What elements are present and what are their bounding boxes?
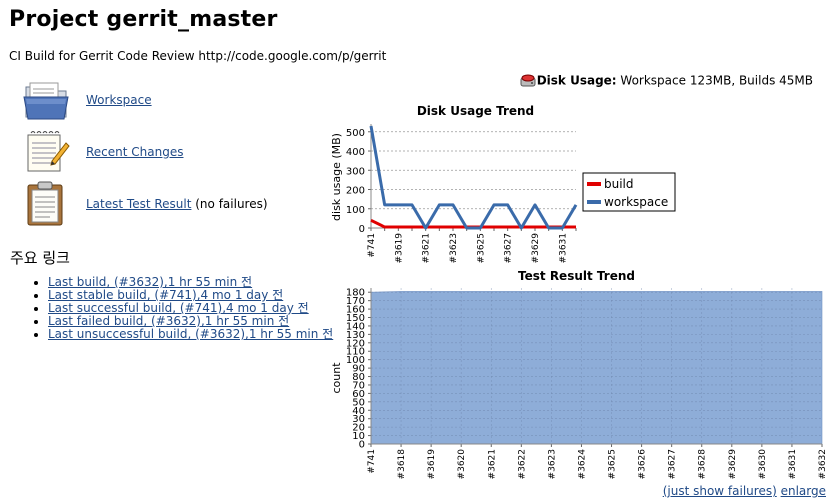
x-tick-label: #741 xyxy=(367,449,377,474)
x-tick-label: #3624 xyxy=(577,449,587,480)
x-tick-label: #3621 xyxy=(487,449,497,479)
task-workspace: Workspace xyxy=(22,77,322,123)
last-build-link[interactable]: Last build, (#3632),1 hr 55 min 전 xyxy=(48,275,252,289)
recent-changes-link[interactable]: Recent Changes xyxy=(86,145,183,159)
x-tick-label: #3630 xyxy=(758,449,768,480)
y-tick-label: 60 xyxy=(352,389,365,400)
chart-title: Test Result Trend xyxy=(518,269,635,283)
series-line-build xyxy=(370,218,576,229)
y-tick-label: 160 xyxy=(346,305,365,316)
y-tick-label: 80 xyxy=(352,372,365,383)
project-description: CI Build for Gerrit Code Review http://c… xyxy=(9,49,387,63)
y-tick-label: 90 xyxy=(352,364,365,375)
y-tick-label: 170 xyxy=(346,296,365,307)
x-tick-label: #3621 xyxy=(422,233,432,263)
test-result-summary: (no failures) xyxy=(195,197,268,211)
page-title: Project gerrit_master xyxy=(9,7,278,32)
latest-test-result-link[interactable]: Latest Test Result xyxy=(86,197,191,211)
x-tick-label: #3631 xyxy=(558,233,568,263)
permalink-item: Last unsuccessful build, (#3632),1 hr 55… xyxy=(48,328,333,341)
y-axis-label: disk usage (MB) xyxy=(330,133,343,221)
x-tick-label: #3619 xyxy=(394,233,404,264)
enlarge-link[interactable]: enlarge xyxy=(781,484,826,498)
y-tick-label: 100 xyxy=(346,205,365,216)
series-area xyxy=(370,291,823,445)
disk-icon xyxy=(520,73,536,89)
y-tick-label: 130 xyxy=(346,330,365,341)
x-tick-label: #3623 xyxy=(449,233,459,263)
last-failed-build-link[interactable]: Last failed build, (#3632),1 hr 55 min 전 xyxy=(48,314,289,328)
y-tick-label: 30 xyxy=(352,414,365,425)
latest-test-result-row: Latest Test Result (no failures) xyxy=(86,197,268,211)
y-tick-label: 400 xyxy=(346,147,365,158)
x-tick-label: #3626 xyxy=(638,449,648,480)
x-tick-label: #3631 xyxy=(788,449,798,479)
disk-usage-label: Disk Usage: xyxy=(536,73,617,88)
last-successful-build-link[interactable]: Last successful build, (#741),4 mo 1 day… xyxy=(48,301,309,315)
y-tick-label: 140 xyxy=(346,321,365,332)
x-tick-label: #3622 xyxy=(517,449,527,479)
workspace-link[interactable]: Workspace xyxy=(86,93,152,107)
folder-icon[interactable] xyxy=(22,77,70,123)
task-recent-changes: Recent Changes xyxy=(22,129,322,175)
legend-label-build: build xyxy=(604,177,634,191)
y-tick-label: 10 xyxy=(352,431,365,442)
y-tick-label: 110 xyxy=(346,347,365,358)
x-tick-label: #3620 xyxy=(457,449,467,480)
legend-box xyxy=(582,172,676,212)
y-axis-label: count xyxy=(330,362,343,394)
notepad-icon[interactable] xyxy=(22,129,70,175)
last-stable-build-link[interactable]: Last stable build, (#741),4 mo 1 day 전 xyxy=(48,288,283,302)
x-tick-label: #3629 xyxy=(728,449,738,480)
y-tick-label: 150 xyxy=(346,313,365,324)
just-show-failures-link[interactable]: (just show failures) xyxy=(663,484,777,498)
y-tick-label: 40 xyxy=(352,406,365,417)
series-line-workspace xyxy=(369,125,578,230)
permalinks-list: Last build, (#3632),1 hr 55 min 전 Last s… xyxy=(30,276,333,341)
y-tick-label: 500 xyxy=(346,128,365,139)
disk-usage: Disk Usage: Workspace 123MB, Builds 45MB xyxy=(520,73,813,89)
y-tick-label: 0 xyxy=(359,440,365,451)
y-tick-label: 50 xyxy=(352,397,365,408)
x-tick-label: #3623 xyxy=(547,449,557,479)
y-tick-label: 120 xyxy=(346,338,365,349)
x-tick-label: #3628 xyxy=(698,449,708,480)
task-latest-test-result: Latest Test Result (no failures) xyxy=(22,181,322,227)
x-tick-label: #3627 xyxy=(668,449,678,479)
clipboard-icon[interactable] xyxy=(22,181,70,227)
y-tick-label: 20 xyxy=(352,423,365,434)
x-tick-label: #741 xyxy=(367,233,377,258)
test-trend-links: (just show failures) enlarge xyxy=(663,484,826,498)
x-tick-label: #3629 xyxy=(531,233,541,264)
last-unsuccessful-build-link[interactable]: Last unsuccessful build, (#3632),1 hr 55… xyxy=(48,327,333,341)
y-tick-label: 180 xyxy=(346,288,365,299)
x-tick-label: #3625 xyxy=(608,449,618,479)
y-tick-label: 70 xyxy=(352,380,365,391)
x-tick-label: #3619 xyxy=(427,449,437,480)
y-tick-label: 200 xyxy=(346,186,365,197)
permalinks-heading: 주요 링크 xyxy=(10,249,70,267)
x-tick-label: #3618 xyxy=(397,449,407,480)
x-tick-label: #3627 xyxy=(504,233,514,263)
x-tick-label: #3632 xyxy=(818,449,828,479)
x-tick-label: #3625 xyxy=(476,233,486,263)
disk-usage-value: Workspace 123MB, Builds 45MB xyxy=(620,73,813,88)
y-tick-label: 0 xyxy=(359,224,365,235)
legend-label-workspace: workspace xyxy=(604,195,668,209)
y-tick-label: 300 xyxy=(346,166,365,177)
y-tick-label: 100 xyxy=(346,355,365,366)
chart-title: Disk Usage Trend xyxy=(417,104,534,118)
